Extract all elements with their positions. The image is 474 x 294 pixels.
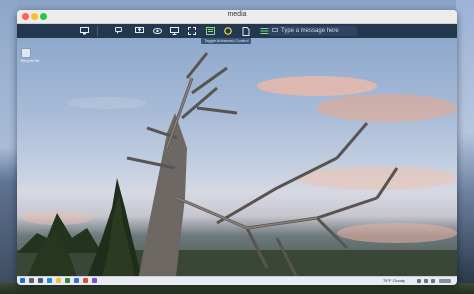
window-title: media bbox=[227, 11, 247, 18]
advanced-control-icon[interactable] bbox=[205, 26, 215, 36]
window-titlebar: media bbox=[17, 10, 457, 24]
host-desktop-left bbox=[0, 0, 17, 294]
clock[interactable] bbox=[439, 279, 451, 283]
eye-icon[interactable] bbox=[152, 26, 162, 36]
circle-status-icon[interactable] bbox=[223, 26, 233, 36]
store-icon[interactable] bbox=[65, 278, 70, 283]
desktop-wallpaper bbox=[17, 52, 457, 285]
network-icon[interactable] bbox=[417, 279, 421, 283]
recycle-bin-label: Recycle Bin bbox=[21, 59, 40, 63]
task-view-icon[interactable] bbox=[38, 278, 43, 283]
app-icon[interactable] bbox=[83, 278, 88, 283]
file-explorer-icon[interactable] bbox=[56, 278, 61, 283]
chat-bubbles-icon[interactable] bbox=[114, 26, 124, 36]
volume-icon[interactable] bbox=[424, 279, 428, 283]
toolbar-divider bbox=[97, 26, 98, 36]
start-icon[interactable] bbox=[20, 278, 25, 283]
message-input[interactable]: Type a message here bbox=[269, 26, 357, 36]
remote-session-window: media Type a message here Toggle Advance… bbox=[17, 10, 457, 285]
remote-desktop-view[interactable]: Recycle Bin 78°F Cloudy bbox=[17, 38, 457, 285]
app-icon-2[interactable] bbox=[92, 278, 97, 283]
fullscreen-icon[interactable] bbox=[187, 26, 197, 36]
weather-status[interactable]: 78°F Cloudy bbox=[383, 278, 405, 284]
monitor-icon[interactable] bbox=[79, 26, 89, 36]
more-options-icon[interactable] bbox=[259, 26, 269, 36]
chevron-down-icon[interactable] bbox=[170, 26, 180, 36]
message-placeholder: Type a message here bbox=[281, 28, 339, 34]
battery-icon[interactable] bbox=[431, 279, 435, 283]
search-icon[interactable] bbox=[29, 278, 34, 283]
recycle-bin-icon[interactable]: Recycle Bin bbox=[21, 48, 40, 63]
session-toolbar: Type a message here bbox=[17, 24, 457, 38]
remote-taskbar: 78°F Cloudy bbox=[17, 276, 457, 285]
screen-share-icon[interactable] bbox=[134, 26, 144, 36]
host-desktop-right bbox=[456, 0, 474, 294]
file-transfer-icon[interactable] bbox=[241, 26, 251, 36]
chat-icon bbox=[272, 27, 279, 35]
edge-icon[interactable] bbox=[47, 278, 52, 283]
mail-icon[interactable] bbox=[74, 278, 79, 283]
toolbar-tooltip: Toggle Advanced Control bbox=[201, 38, 252, 44]
recycle-bin-glyph bbox=[21, 48, 31, 58]
